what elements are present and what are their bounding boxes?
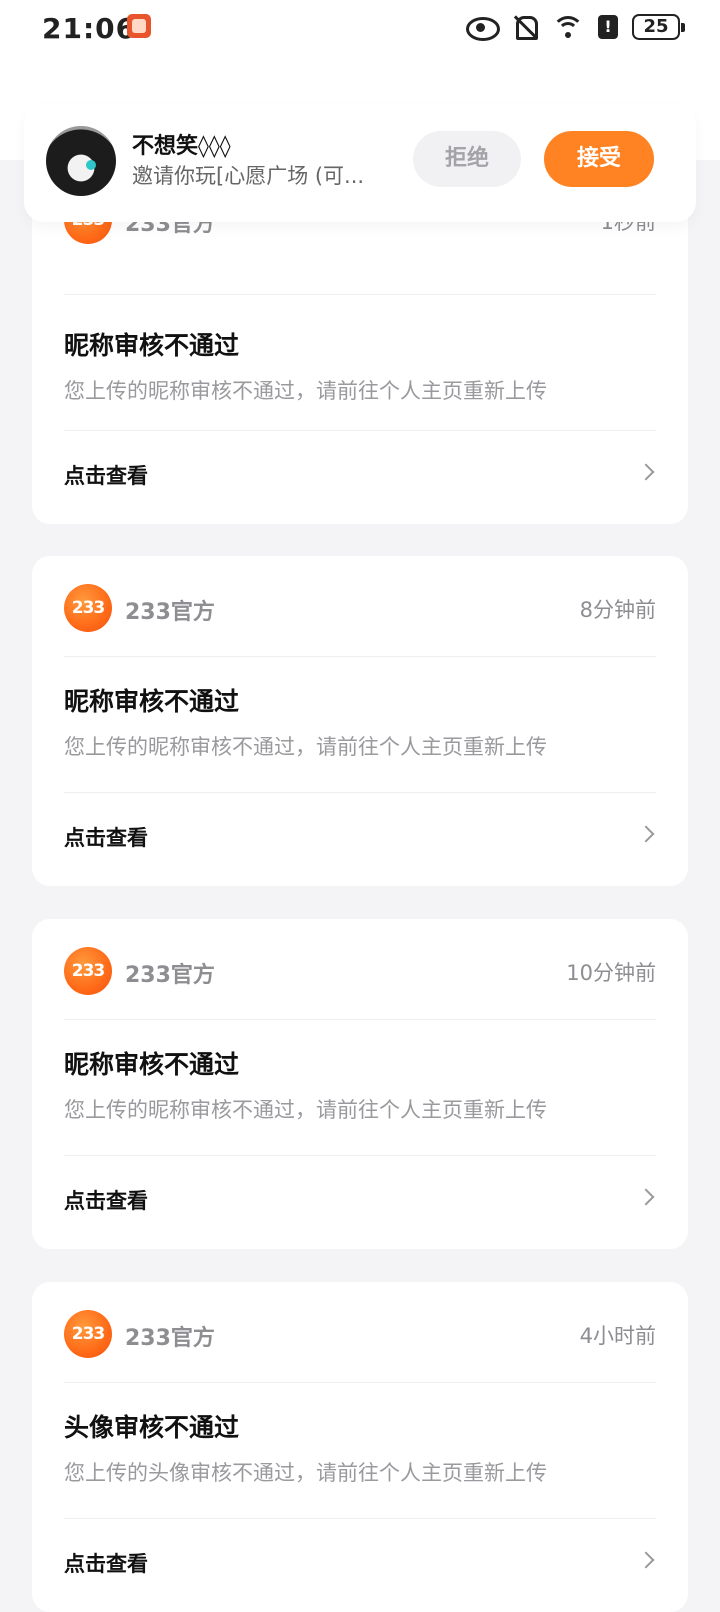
- wifi-icon: [552, 14, 584, 40]
- status-bar: 21:06 ! 25: [0, 0, 720, 56]
- divider: [64, 1019, 656, 1020]
- divider: [64, 656, 656, 657]
- sender-name: 233官方: [125, 600, 215, 625]
- message-title: 昵称审核不通过: [64, 687, 240, 716]
- alert-icon: !: [598, 15, 618, 39]
- card-header: 233 233官方 4小时前: [32, 1282, 688, 1382]
- message-body: 您上传的昵称审核不通过，请前往个人主页重新上传: [64, 1098, 547, 1122]
- view-details-label: 点击查看: [64, 1552, 148, 1576]
- avatar[interactable]: [46, 126, 116, 196]
- card-header: 233 233官方 8分钟前: [32, 556, 688, 656]
- card-header: 233 233官方 10分钟前: [32, 919, 688, 1019]
- message-body: 您上传的头像审核不通过，请前往个人主页重新上传: [64, 1461, 547, 1485]
- brand-logo-icon: 233: [64, 584, 112, 632]
- sender-name: 233官方: [125, 1326, 215, 1351]
- invite-message: 邀请你玩[心愿广场 (可...: [132, 164, 365, 188]
- message-card: 233 233官方 8分钟前 昵称审核不通过 您上传的昵称审核不通过，请前往个人…: [32, 556, 688, 886]
- view-details-link[interactable]: 点击查看: [32, 1155, 688, 1243]
- brand-logo-icon: 233: [64, 947, 112, 995]
- chevron-right-icon: [637, 1551, 655, 1569]
- message-card: 233 233官方 10分钟前 昵称审核不通过 您上传的昵称审核不通过，请前往个…: [32, 919, 688, 1249]
- eye-icon: [466, 17, 500, 41]
- divider: [64, 1382, 656, 1383]
- view-details-label: 点击查看: [64, 1189, 148, 1213]
- message-body: 您上传的昵称审核不通过，请前往个人主页重新上传: [64, 379, 547, 403]
- message-time: 4小时前: [579, 1324, 656, 1348]
- chevron-right-icon: [637, 463, 655, 481]
- divider: [64, 294, 656, 295]
- message-card: 233 233官方 4小时前 头像审核不通过 您上传的头像审核不通过，请前往个人…: [32, 1282, 688, 1612]
- message-title: 昵称审核不通过: [64, 331, 240, 360]
- message-title: 昵称审核不通过: [64, 1050, 240, 1079]
- invite-banner[interactable]: 不想笑◊◊◊ 邀请你玩[心愿广场 (可... 拒绝 接受: [24, 104, 696, 222]
- accept-button[interactable]: 接受: [544, 131, 654, 187]
- status-time: 21:06: [42, 12, 137, 45]
- sender-name: 233官方: [125, 963, 215, 988]
- view-details-link[interactable]: 点击查看: [32, 792, 688, 880]
- brand-logo-icon: 233: [64, 1310, 112, 1358]
- view-details-link[interactable]: 点击查看: [32, 430, 688, 518]
- view-details-label: 点击查看: [64, 826, 148, 850]
- message-time: 8分钟前: [579, 598, 656, 622]
- view-details-label: 点击查看: [64, 464, 148, 488]
- app-icon: [127, 14, 151, 38]
- bell-off-icon: [512, 14, 538, 40]
- message-time: 10分钟前: [566, 961, 656, 985]
- message-body: 您上传的昵称审核不通过，请前往个人主页重新上传: [64, 735, 547, 759]
- invite-sender-name: 不想笑◊◊◊: [132, 134, 231, 159]
- view-details-link[interactable]: 点击查看: [32, 1518, 688, 1606]
- message-title: 头像审核不通过: [64, 1413, 240, 1442]
- battery-icon: 25: [632, 14, 685, 40]
- chevron-right-icon: [637, 1188, 655, 1206]
- chevron-right-icon: [637, 825, 655, 843]
- status-icons: ! 25: [466, 12, 685, 42]
- reject-button[interactable]: 拒绝: [413, 131, 521, 187]
